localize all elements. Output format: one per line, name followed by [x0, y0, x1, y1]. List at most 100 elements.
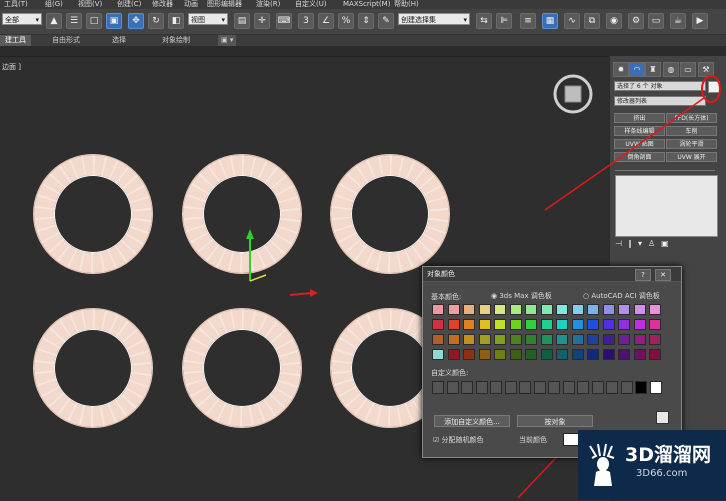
- color-swatch[interactable]: [633, 349, 646, 360]
- menu-modifiers[interactable]: 修改器: [152, 0, 173, 9]
- help-button[interactable]: ?: [635, 269, 651, 281]
- menu-rendering[interactable]: 渲染(R): [256, 0, 280, 9]
- color-swatch[interactable]: [618, 334, 630, 345]
- color-swatch[interactable]: [478, 334, 491, 345]
- custom-color-swatch[interactable]: [490, 381, 502, 394]
- ribbon-options-icon[interactable]: ▣ ▾: [218, 35, 237, 46]
- color-swatch[interactable]: [556, 334, 568, 345]
- mirror-icon[interactable]: ⇆: [476, 13, 492, 29]
- tab-freeform[interactable]: 自由形式: [52, 35, 80, 46]
- select-by-name-icon[interactable]: ☰: [66, 13, 82, 29]
- snap-3d-icon[interactable]: 3: [298, 13, 314, 29]
- color-swatch[interactable]: [587, 334, 599, 345]
- align-icon[interactable]: ⊫: [496, 13, 512, 29]
- rect-selection-icon[interactable]: □: [86, 13, 102, 29]
- angle-snap-icon[interactable]: ∠: [318, 13, 334, 29]
- torus-object[interactable]: [331, 155, 449, 273]
- color-swatch[interactable]: [571, 349, 584, 360]
- color-swatch[interactable]: [509, 334, 522, 345]
- rendered-frame-icon[interactable]: ▭: [648, 13, 664, 29]
- color-swatch[interactable]: [432, 334, 444, 345]
- color-swatch[interactable]: [633, 334, 646, 345]
- color-swatch[interactable]: [525, 334, 537, 345]
- render-setup-icon[interactable]: ⚙: [628, 13, 644, 29]
- uvw-map-button[interactable]: UVW 贴图: [614, 139, 665, 149]
- custom-color-swatch[interactable]: [461, 381, 473, 394]
- custom-color-swatch[interactable]: [635, 381, 647, 394]
- bevel-profile-button[interactable]: 倒角剖面: [614, 152, 665, 162]
- color-swatch[interactable]: [509, 319, 522, 330]
- color-swatch[interactable]: [556, 304, 568, 315]
- color-swatch[interactable]: [478, 304, 491, 315]
- custom-color-swatch[interactable]: [446, 381, 459, 394]
- color-swatch[interactable]: [571, 304, 584, 315]
- custom-color-swatch[interactable]: [591, 381, 604, 394]
- color-swatch[interactable]: [649, 334, 661, 345]
- lathe-button[interactable]: 车削: [666, 126, 717, 136]
- add-custom-color-button[interactable]: 添加自定义颜色...: [434, 415, 510, 427]
- color-swatch[interactable]: [447, 319, 460, 330]
- edit-spline-button[interactable]: 样条线编辑: [614, 126, 665, 136]
- color-swatch[interactable]: [432, 319, 444, 330]
- dialog-titlebar[interactable]: 对象颜色 ? ✕: [423, 267, 681, 282]
- color-swatch[interactable]: [618, 319, 630, 330]
- menu-help[interactable]: 帮助(H): [394, 0, 419, 9]
- tab-object-paint[interactable]: 对象绘制: [162, 35, 190, 46]
- color-swatch[interactable]: [556, 349, 568, 360]
- menu-graph-editors[interactable]: 图形编辑器: [207, 0, 242, 9]
- color-swatch[interactable]: [618, 304, 630, 315]
- torus-object[interactable]: [34, 309, 152, 427]
- select-scale-icon[interactable]: ◧: [168, 13, 184, 29]
- modify-tab-icon[interactable]: ◠: [629, 62, 645, 77]
- layer-manager-icon[interactable]: ≡: [520, 13, 536, 29]
- color-swatch[interactable]: [649, 319, 661, 330]
- viewcube-icon[interactable]: [552, 73, 594, 115]
- custom-color-swatch[interactable]: [504, 381, 517, 394]
- color-swatch[interactable]: [602, 334, 615, 345]
- select-manipulate-icon[interactable]: ✛: [254, 13, 270, 29]
- named-selection-dropdown[interactable]: 创建选择集: [398, 13, 470, 26]
- menu-views[interactable]: 视图(V): [78, 0, 102, 9]
- modifier-stack-controls[interactable]: ⊣∥▾♙▣: [615, 239, 715, 249]
- menu-maxscript[interactable]: MAXScript(M): [343, 0, 390, 9]
- color-swatch[interactable]: [571, 334, 584, 345]
- object-color-swatch[interactable]: [708, 81, 720, 93]
- object-name-field[interactable]: 选择了 6 个 对象: [614, 81, 706, 91]
- color-swatch[interactable]: [509, 304, 522, 315]
- color-swatch[interactable]: [447, 304, 460, 315]
- selection-filter-dropdown[interactable]: 全部: [2, 13, 42, 26]
- color-swatch[interactable]: [525, 319, 537, 330]
- custom-color-swatch[interactable]: [562, 381, 575, 394]
- color-swatch[interactable]: [649, 349, 661, 360]
- select-rotate-icon[interactable]: ↻: [148, 13, 164, 29]
- color-swatch[interactable]: [478, 319, 491, 330]
- color-swatch[interactable]: [602, 304, 615, 315]
- utilities-tab-icon[interactable]: ⚒: [698, 62, 714, 77]
- color-swatch[interactable]: [587, 304, 599, 315]
- color-swatch[interactable]: [463, 319, 475, 330]
- render-production-icon[interactable]: ▶: [692, 13, 708, 29]
- color-swatch[interactable]: [432, 304, 444, 315]
- custom-color-swatch[interactable]: [432, 381, 444, 394]
- current-color-swatch[interactable]: [563, 433, 579, 446]
- viewport-label[interactable]: 边面 ]: [2, 62, 21, 72]
- menu-create[interactable]: 创建(C): [117, 0, 141, 9]
- extrude-button[interactable]: 挤出: [614, 113, 665, 123]
- color-swatch[interactable]: [540, 334, 553, 345]
- color-swatch[interactable]: [447, 349, 460, 360]
- custom-color-swatch[interactable]: [533, 381, 546, 394]
- color-swatch[interactable]: [509, 349, 522, 360]
- motion-tab-icon[interactable]: ◍: [663, 62, 679, 77]
- menu-customize[interactable]: 自定义(U): [295, 0, 327, 9]
- spinner-snap-icon[interactable]: ⇕: [358, 13, 374, 29]
- color-swatch[interactable]: [447, 334, 460, 345]
- transform-gizmo[interactable]: [230, 223, 320, 303]
- custom-color-swatch[interactable]: [475, 381, 488, 394]
- color-swatch[interactable]: [633, 304, 646, 315]
- display-tab-icon[interactable]: ▭: [680, 62, 696, 77]
- color-swatch[interactable]: [556, 319, 568, 330]
- color-swatch[interactable]: [540, 304, 553, 315]
- unwrap-uvw-button[interactable]: UVW 展开: [666, 152, 717, 162]
- color-swatch[interactable]: [494, 319, 506, 330]
- color-swatch[interactable]: [587, 349, 599, 360]
